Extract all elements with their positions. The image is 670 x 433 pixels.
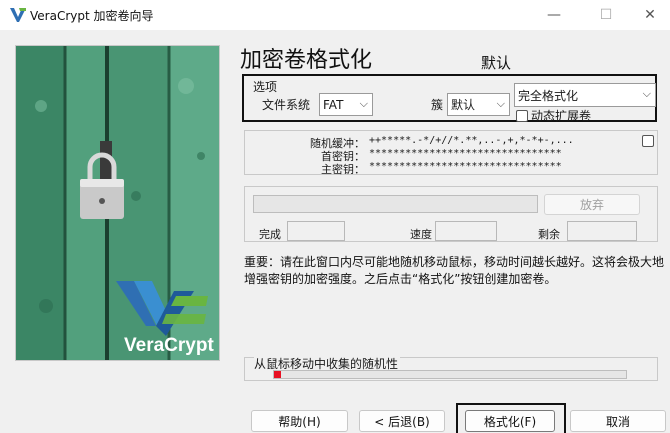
random-pool-value: ++*****.-*/+//*.**,..-,+,*-*+-,...	[369, 135, 574, 146]
done-value-box	[287, 221, 345, 241]
help-button[interactable]: 帮助(H)	[251, 410, 348, 432]
speed-value-box	[435, 221, 497, 241]
window-title: VeraCrypt 加密卷向导	[30, 9, 154, 23]
show-keys-checkbox[interactable]	[642, 135, 654, 147]
maximize-button[interactable]: ☐	[583, 0, 629, 30]
format-mode-select[interactable]: 完全格式化 ⌵	[514, 83, 656, 107]
filesystem-value: FAT	[323, 97, 344, 112]
abort-button[interactable]: 放弃	[544, 194, 640, 215]
time-left-label: 剩余	[538, 228, 560, 241]
chevron-down-icon: ⌵	[359, 97, 368, 110]
minimize-button[interactable]: —	[531, 0, 577, 30]
close-button[interactable]: ✕	[627, 0, 670, 30]
randomness-fill	[274, 371, 282, 378]
title-bar: VeraCrypt 加密卷向导 — ☐ ✕	[0, 0, 670, 30]
options-group: 选项 文件系统 FAT ⌵ 簇 默认 ⌵ 完全格式化 ⌵ 动态扩展卷	[242, 74, 657, 124]
randomness-panel: 从鼠标移动中收集的随机性	[244, 355, 658, 381]
done-label: 完成	[259, 228, 281, 241]
cluster-select[interactable]: 默认 ⌵	[447, 93, 510, 116]
filesystem-label: 文件系统	[262, 98, 311, 112]
format-mode-value: 完全格式化	[518, 88, 579, 103]
cluster-label: 簇	[431, 98, 444, 112]
important-note: 重要：请在此窗口内尽可能地随机移动鼠标，移动时间越长越好。这将会极大地增强密钥的…	[244, 255, 665, 286]
filesystem-select[interactable]: FAT ⌵	[319, 93, 373, 116]
wizard-side-image: VeraCrypt	[15, 45, 220, 361]
time-left-value-box	[567, 221, 637, 241]
veracrypt-app-icon	[10, 8, 26, 22]
default-annotation: 默认	[481, 54, 512, 72]
checkbox-box[interactable]	[516, 109, 528, 122]
chevron-down-icon: ⌵	[642, 87, 651, 100]
cluster-value: 默认	[451, 98, 476, 112]
master-key-value: ********************************	[369, 161, 562, 172]
keys-panel: 随机缓冲： ++*****.-*/+//*.**,..-,+,*-*+-,...…	[244, 130, 658, 176]
master-key-label: 主密钥：	[321, 163, 365, 176]
format-button[interactable]: 格式化(F)	[465, 410, 555, 432]
chevron-down-icon: ⌵	[496, 97, 505, 110]
back-button[interactable]: < 后退(B)	[359, 410, 445, 432]
page-title: 加密卷格式化	[240, 48, 373, 73]
brand-wordmark: VeraCrypt	[124, 335, 214, 356]
options-legend: 选项	[253, 80, 278, 94]
dynamic-volume-label: 动态扩展卷	[531, 109, 592, 123]
cancel-button[interactable]: 取消	[570, 410, 666, 432]
progress-panel: 放弃 完成 速度 剩余	[244, 186, 658, 242]
format-progress-bar	[253, 195, 538, 213]
speed-label: 速度	[410, 228, 432, 241]
randomness-bar	[273, 370, 627, 379]
header-key-value: ********************************	[369, 148, 562, 159]
dynamic-volume-checkbox[interactable]: 动态扩展卷	[516, 107, 591, 124]
